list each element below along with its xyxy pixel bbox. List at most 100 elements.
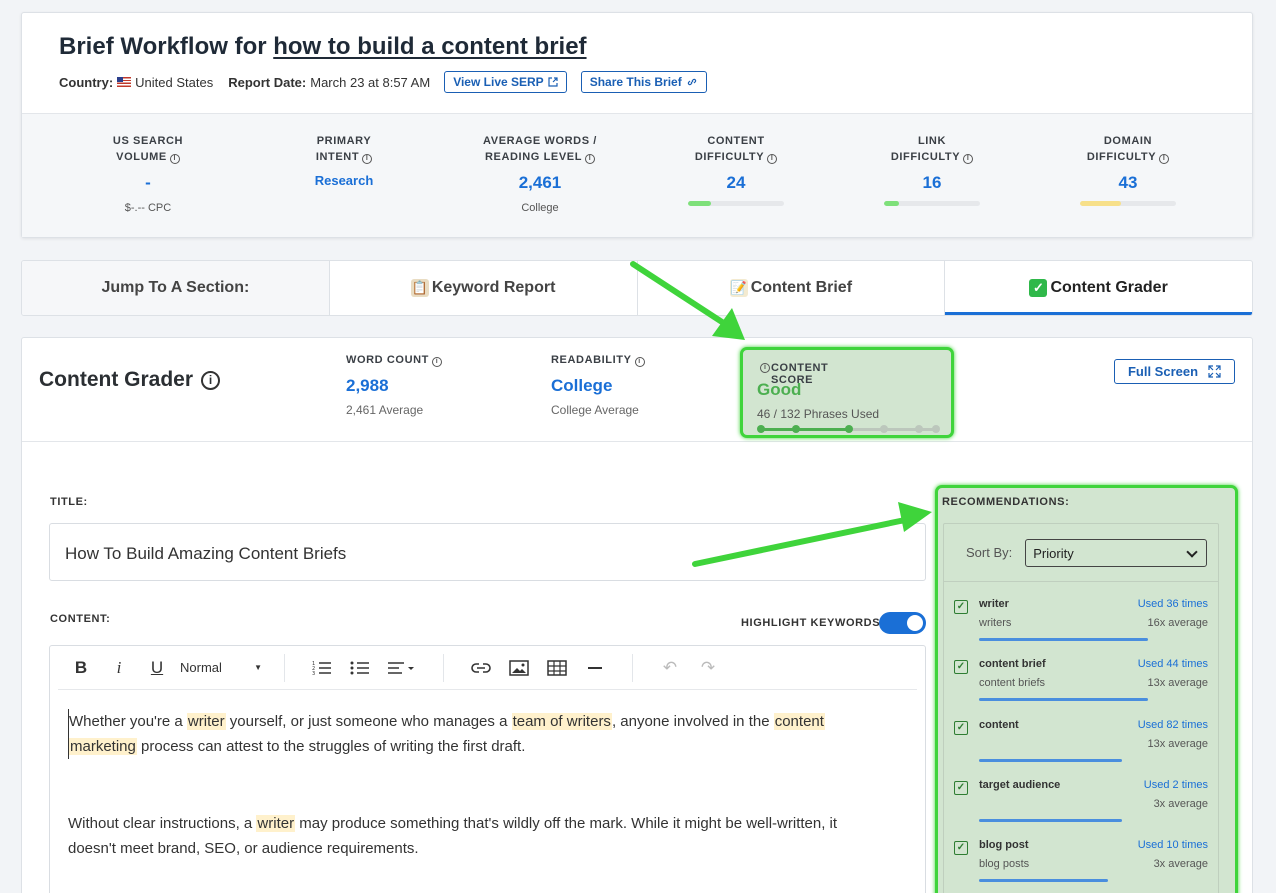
info-icon[interactable]: i xyxy=(201,370,221,390)
full-screen-button[interactable]: Full Screen xyxy=(1114,359,1235,384)
readability-value: College xyxy=(551,376,613,395)
recommendation-average: 13x average xyxy=(1147,738,1208,750)
title-prefix: Brief Workflow for xyxy=(59,33,267,60)
recommendation-usage[interactable]: Used 2 times xyxy=(1144,779,1208,791)
info-icon[interactable]: i xyxy=(767,154,778,164)
tab-content-grader[interactable]: ✓ Content Grader xyxy=(945,261,1252,315)
score-step-dot xyxy=(792,425,800,433)
score-step-dot xyxy=(915,425,923,433)
info-icon[interactable]: i xyxy=(634,357,645,367)
underline-icon[interactable]: U xyxy=(138,654,176,682)
link-icon xyxy=(687,78,696,86)
tab-content-brief[interactable]: 📝 Content Brief xyxy=(638,261,946,315)
difficulty-bar-fill xyxy=(688,201,712,206)
format-value: Normal xyxy=(180,660,222,675)
svg-text:3: 3 xyxy=(312,671,315,676)
recommendations-panel: RECOMMENDATIONS: Sort By: Priority ✓ wri… xyxy=(935,485,1238,893)
recommendation-item[interactable]: ✓ content Used 82 times 13x average xyxy=(944,706,1218,766)
metric-primary-intent: PRIMARY INTENT i Research xyxy=(246,133,442,188)
view-live-serp-button[interactable]: View Live SERP xyxy=(444,71,567,93)
align-dropdown-icon[interactable] xyxy=(379,654,425,682)
word-count-value: 2,988 xyxy=(346,376,389,395)
tab-keyword-report-label: Keyword Report xyxy=(431,279,556,296)
content-score-value: Good xyxy=(757,380,802,399)
metric-label-line1: LINK xyxy=(917,135,947,147)
metric-link-difficulty: LINK DIFFICULTY i 16 xyxy=(834,133,1030,206)
link-icon[interactable] xyxy=(462,654,500,682)
readability-average: College Average xyxy=(551,403,639,417)
table-icon[interactable] xyxy=(538,654,576,682)
ordered-list-icon[interactable]: 123 xyxy=(303,654,341,682)
info-icon[interactable]: i xyxy=(362,154,373,164)
bold-icon[interactable]: B xyxy=(62,654,100,682)
score-step-dot xyxy=(845,425,853,433)
metric-label: CONTENT DIFFICULTY i xyxy=(638,133,834,165)
info-icon[interactable]: i xyxy=(1159,154,1170,164)
share-brief-label: Share This Brief xyxy=(589,75,682,89)
recommendation-item[interactable]: ✓ target audience Used 2 times 3x averag… xyxy=(944,766,1218,826)
metric-sub: College xyxy=(521,202,559,214)
tab-keyword-report[interactable]: 📋 Keyword Report xyxy=(330,261,638,315)
metric-label-line1: AVERAGE WORDS / xyxy=(483,135,597,147)
redo-icon[interactable]: ↷ xyxy=(689,654,727,682)
difficulty-bar-fill xyxy=(1080,201,1122,206)
text-run: process can attest to the struggles of w… xyxy=(136,738,526,755)
title-label: TITLE: xyxy=(50,496,88,508)
recommendation-average: 3x average xyxy=(1153,858,1208,870)
recommendation-phrase: target audience xyxy=(979,779,1061,791)
metric-value: 2,461 xyxy=(518,173,562,192)
recommendation-usage[interactable]: Used 44 times xyxy=(1138,658,1208,670)
info-icon[interactable]: i xyxy=(169,154,180,164)
highlight-keywords-label: HIGHLIGHT KEYWORDS xyxy=(741,617,881,629)
info-icon[interactable]: i xyxy=(760,363,770,373)
sort-select[interactable]: Priority xyxy=(1025,538,1208,567)
page-title: Brief Workflow for how to build a conten… xyxy=(59,33,587,61)
undo-icon[interactable]: ↶ xyxy=(651,654,689,682)
difficulty-bar xyxy=(688,201,784,206)
info-icon[interactable]: i xyxy=(585,154,596,164)
tab-content-grader-label: Content Grader xyxy=(1050,279,1168,296)
title-keyword-link[interactable]: how to build a content brief xyxy=(273,33,586,60)
recommendation-phrase: blog post xyxy=(979,839,1029,851)
recommendation-progress-bar xyxy=(979,819,1122,822)
italic-icon[interactable]: i xyxy=(100,654,138,682)
word-count-average: 2,461 Average xyxy=(346,403,424,417)
metric-value[interactable]: Research xyxy=(246,173,442,188)
checkbox-checked-icon: ✓ xyxy=(954,841,968,855)
format-dropdown[interactable]: Normal ▼ xyxy=(176,654,266,682)
recommendation-item[interactable]: ✓ content brief Used 44 times content br… xyxy=(944,645,1218,705)
content-grader-card: Content Grader i WORD COUNT i 2,988 2,461 … xyxy=(21,337,1253,893)
recommendation-usage[interactable]: Used 82 times xyxy=(1138,719,1208,731)
share-brief-button[interactable]: Share This Brief xyxy=(580,71,707,93)
highlight-keywords-toggle[interactable] xyxy=(879,612,926,634)
image-icon[interactable] xyxy=(500,654,538,682)
recommendation-phrase: content brief xyxy=(979,658,1046,670)
bullet-list-icon[interactable] xyxy=(341,654,379,682)
metric-sub: $-.-- CPC xyxy=(124,202,172,214)
recommendation-item[interactable]: ✓ writer Used 36 times writers 16x avera… xyxy=(944,585,1218,645)
grader-title-text: Content Grader xyxy=(39,368,194,391)
grader-title: Content Grader i xyxy=(39,368,221,392)
metric-label-line1: US SEARCH xyxy=(112,135,184,147)
content-editor[interactable]: B i U Normal ▼ 123 ↶ ↷ Whether you're a w… xyxy=(49,645,926,893)
recommendation-average: 3x average xyxy=(1153,798,1208,810)
info-icon[interactable]: i xyxy=(963,154,974,164)
content-paragraph[interactable]: Whether you're a writer yourself, or jus… xyxy=(68,709,877,759)
section-tabs: Jump To A Section: 📋 Keyword Report 📝 Cont… xyxy=(21,260,1253,316)
metric-label-line2: DIFFICULTY xyxy=(890,151,961,163)
title-input[interactable]: How To Build Amazing Content Briefs xyxy=(49,523,926,581)
country-value: United States xyxy=(135,74,214,90)
horizontal-rule-icon[interactable] xyxy=(576,654,614,682)
recommendation-progress-bar xyxy=(979,698,1148,701)
content-score-panel: CONTENT SCORE i Good 46 / 132 Phrases Use… xyxy=(740,347,954,438)
score-step-dot xyxy=(880,425,888,433)
readability-stat: READABILITY i College College Average xyxy=(551,354,645,417)
recommendation-usage[interactable]: Used 36 times xyxy=(1138,598,1208,610)
recommendation-usage[interactable]: Used 10 times xyxy=(1138,839,1208,851)
metric-value: 43 xyxy=(1118,173,1138,192)
content-paragraph[interactable]: Without clear instructions, a writer may… xyxy=(68,811,877,861)
recommendation-variant: blog posts xyxy=(979,858,1030,870)
highlighted-keyword: writer xyxy=(186,713,226,730)
info-icon[interactable]: i xyxy=(432,357,442,367)
recommendation-item[interactable]: ✓ blog post Used 10 times blog posts 3x … xyxy=(944,826,1218,886)
